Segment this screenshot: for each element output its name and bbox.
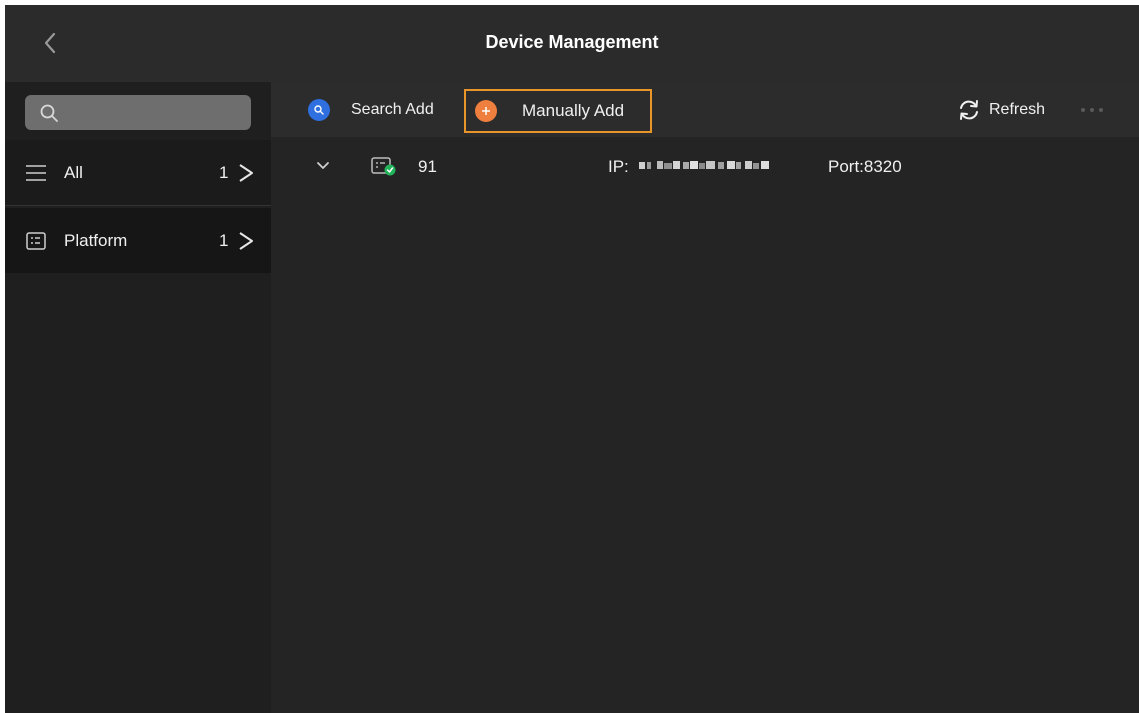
plus-icon (475, 100, 497, 122)
sidebar-item-label: Platform (64, 230, 128, 250)
device-port: Port:8320 (828, 157, 902, 176)
refresh-icon (960, 99, 978, 120)
device-row[interactable]: 91 IP: Port:8320 (271, 137, 1139, 195)
app-window: Device Management All 1 Platform 1 Searc… (5, 5, 1139, 713)
ip-redacted (639, 161, 769, 169)
more-dots-icon (1081, 107, 1108, 112)
device-online-icon (371, 157, 396, 176)
chevron-down-icon[interactable] (315, 160, 331, 172)
main-content: Search Add Manually Add Refresh 91 IP: P… (271, 82, 1139, 713)
chevron-right-icon (239, 231, 253, 250)
manually-add-button[interactable]: Manually Add (464, 89, 652, 133)
refresh-button[interactable]: Refresh (957, 82, 1045, 137)
sidebar-item-all[interactable]: All 1 (5, 140, 271, 206)
refresh-label: Refresh (989, 100, 1046, 118)
menu-icon (25, 162, 47, 184)
sidebar-item-count: 1 (219, 162, 229, 182)
more-button[interactable] (1081, 82, 1108, 137)
search-input[interactable] (69, 95, 243, 132)
device-ip-label: IP: (608, 157, 629, 176)
search-add-label: Search Add (351, 100, 434, 118)
sidebar: All 1 Platform 1 (5, 82, 271, 713)
page-title: Device Management (485, 32, 659, 52)
manually-add-label: Manually Add (522, 101, 625, 120)
platform-icon (25, 230, 47, 252)
search-box[interactable] (25, 95, 251, 132)
device-name: 91 (418, 157, 437, 176)
search-add-button[interactable]: Search Add (308, 82, 434, 137)
sidebar-item-count: 1 (219, 230, 229, 250)
chevron-right-icon (239, 163, 253, 182)
search-icon (40, 104, 58, 122)
sidebar-item-label: All (64, 162, 83, 182)
search-add-icon (308, 98, 330, 121)
sidebar-item-platform[interactable]: Platform 1 (5, 208, 271, 273)
toolbar: Search Add Manually Add Refresh (271, 82, 1139, 137)
title-bar: Device Management (5, 5, 1139, 82)
